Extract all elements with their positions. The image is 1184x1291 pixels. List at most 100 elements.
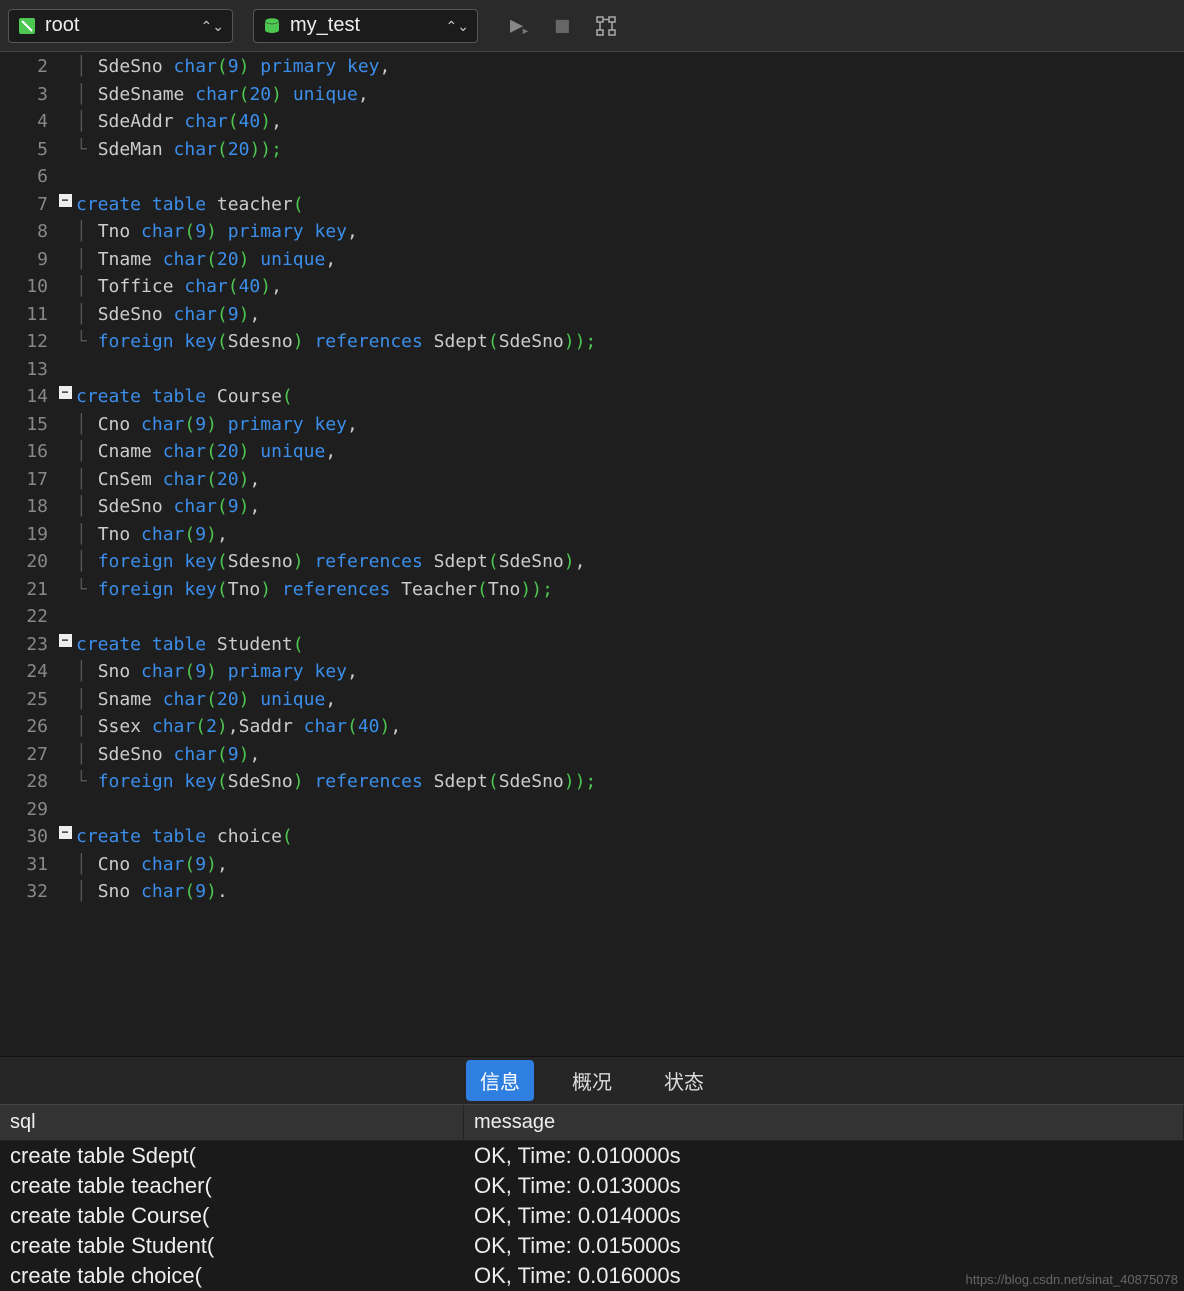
code-content[interactable]: │ SdeSname char(20) unique, <box>74 84 369 105</box>
line-number: 4 <box>0 111 56 132</box>
code-line[interactable]: 4 │ SdeAddr char(40), <box>0 111 1184 139</box>
run-icon[interactable]: ▶ <box>510 13 530 39</box>
code-line[interactable]: 13 <box>0 359 1184 387</box>
code-line[interactable]: 22 <box>0 606 1184 634</box>
code-content[interactable]: │ Sno char(9). <box>74 881 228 902</box>
code-line[interactable]: 3│ SdeSname char(20) unique, <box>0 84 1184 112</box>
watermark: https://blog.csdn.net/sinat_40875078 <box>966 1272 1179 1287</box>
code-line[interactable]: 21└ foreign key(Tno) references Teacher(… <box>0 579 1184 607</box>
code-editor[interactable]: 2│ SdeSno char(9) primary key,3│ SdeSnam… <box>0 52 1184 1056</box>
database-icon <box>262 16 282 36</box>
code-content[interactable] <box>74 799 98 820</box>
fold-gutter[interactable]: − <box>56 826 74 839</box>
column-sql[interactable]: sql <box>0 1105 464 1140</box>
code-content[interactable]: │ Tname char(20) unique, <box>74 249 336 270</box>
tab-info[interactable]: 信息 <box>466 1060 534 1101</box>
stop-icon[interactable]: ■ <box>556 13 569 38</box>
code-content[interactable]: create table Course( <box>74 386 293 407</box>
code-line[interactable]: 20 │ foreign key(Sdesno) references Sdept… <box>0 551 1184 579</box>
fold-minus-icon[interactable]: − <box>59 386 72 399</box>
fold-minus-icon[interactable]: − <box>59 194 72 207</box>
line-number: 28 <box>0 771 56 792</box>
result-sql: create table choice( <box>0 1261 464 1291</box>
code-line[interactable]: 5└ SdeMan char(20)); <box>0 139 1184 167</box>
code-line[interactable]: 25│ Sname char(20) unique, <box>0 689 1184 717</box>
result-message: OK, Time: 0.010000s <box>464 1141 1184 1171</box>
code-content[interactable]: │ Sno char(9) primary key, <box>74 661 358 682</box>
code-line[interactable]: 23−create table Student( <box>0 634 1184 662</box>
code-content[interactable]: │ SdeAddr char(40), <box>74 111 282 132</box>
fold-gutter[interactable]: − <box>56 194 74 207</box>
line-number: 22 <box>0 606 56 627</box>
code-line[interactable]: 29 <box>0 799 1184 827</box>
results-header: sql message <box>0 1104 1184 1141</box>
code-line[interactable]: 24│ Sno char(9) primary key, <box>0 661 1184 689</box>
code-line[interactable]: 10 │ Toffice char(40), <box>0 276 1184 304</box>
code-line[interactable]: 11│ SdeSno char(9), <box>0 304 1184 332</box>
code-content[interactable]: │ Tno char(9), <box>74 524 228 545</box>
code-line[interactable]: 19│ Tno char(9), <box>0 524 1184 552</box>
code-content[interactable]: create table Student( <box>74 634 304 655</box>
code-line[interactable]: 31│ Cno char(9), <box>0 854 1184 882</box>
code-content[interactable]: └ foreign key(Tno) references Teacher(Tn… <box>74 579 553 600</box>
fold-gutter[interactable]: − <box>56 386 74 399</box>
code-content[interactable] <box>74 606 98 627</box>
code-content[interactable]: create table choice( <box>74 826 293 847</box>
column-message[interactable]: message <box>464 1105 1184 1140</box>
code-line[interactable]: 18│ SdeSno char(9), <box>0 496 1184 524</box>
code-content[interactable]: │ SdeSno char(9), <box>74 304 260 325</box>
code-line[interactable]: 32│ Sno char(9). <box>0 881 1184 909</box>
result-row[interactable]: create table Sdept(OK, Time: 0.010000s <box>0 1141 1184 1171</box>
code-line[interactable]: 28 └ foreign key(SdeSno) references Sdept… <box>0 771 1184 799</box>
structure-icon[interactable] <box>595 15 617 37</box>
code-line[interactable]: 30−create table choice( <box>0 826 1184 854</box>
code-content[interactable]: │ Tno char(9) primary key, <box>74 221 358 242</box>
code-content[interactable]: create table teacher( <box>74 194 304 215</box>
code-line[interactable]: 6 <box>0 166 1184 194</box>
code-line[interactable]: 15│ Cno char(9) primary key, <box>0 414 1184 442</box>
code-line[interactable]: 26 │ Ssex char(2),Saddr char(40), <box>0 716 1184 744</box>
code-content[interactable]: └ foreign key(Sdesno) references Sdept(S… <box>74 331 596 352</box>
code-content[interactable] <box>74 166 98 187</box>
code-content[interactable]: │ foreign key(Sdesno) references Sdept(S… <box>74 551 585 572</box>
fold-gutter[interactable]: − <box>56 634 74 647</box>
code-content[interactable]: │ SdeSno char(9), <box>74 744 260 765</box>
tab-status[interactable]: 状态 <box>650 1060 718 1101</box>
line-number: 10 <box>0 276 56 297</box>
database-dropdown[interactable]: my_test ⌃⌄ <box>253 9 478 43</box>
code-content[interactable]: │ Cno char(9) primary key, <box>74 414 358 435</box>
line-number: 27 <box>0 744 56 765</box>
result-row[interactable]: create table teacher(OK, Time: 0.013000s <box>0 1171 1184 1201</box>
code-content[interactable] <box>74 359 98 380</box>
code-line[interactable]: 2│ SdeSno char(9) primary key, <box>0 56 1184 84</box>
code-content[interactable]: │ Cno char(9), <box>74 854 228 875</box>
code-line[interactable]: 7−create table teacher( <box>0 194 1184 222</box>
code-content[interactable]: │ Cname char(20) unique, <box>74 441 336 462</box>
chevron-down-icon: ⌃⌄ <box>446 19 469 33</box>
result-row[interactable]: create table Course(OK, Time: 0.014000s <box>0 1201 1184 1231</box>
code-line[interactable]: 16│ Cname char(20) unique, <box>0 441 1184 469</box>
code-content[interactable]: │ Sname char(20) unique, <box>74 689 336 710</box>
fold-minus-icon[interactable]: − <box>59 826 72 839</box>
result-message: OK, Time: 0.013000s <box>464 1171 1184 1201</box>
code-content[interactable]: │ SdeSno char(9), <box>74 496 260 517</box>
code-line[interactable]: 17│ CnSem char(20), <box>0 469 1184 497</box>
fold-minus-icon[interactable]: − <box>59 634 72 647</box>
line-number: 26 <box>0 716 56 737</box>
result-row[interactable]: create table Student(OK, Time: 0.015000s <box>0 1231 1184 1261</box>
code-line[interactable]: 9│ Tname char(20) unique, <box>0 249 1184 277</box>
code-line[interactable]: 12 └ foreign key(Sdesno) references Sdept… <box>0 331 1184 359</box>
connection-dropdown[interactable]: root ⌃⌄ <box>8 9 233 43</box>
code-content[interactable]: │ Ssex char(2),Saddr char(40), <box>74 716 401 737</box>
tab-overview[interactable]: 概况 <box>558 1060 626 1101</box>
line-number: 12 <box>0 331 56 352</box>
code-line[interactable]: 14−create table Course( <box>0 386 1184 414</box>
code-content[interactable]: │ Toffice char(40), <box>74 276 282 297</box>
code-line[interactable]: 8│ Tno char(9) primary key, <box>0 221 1184 249</box>
code-content[interactable]: └ SdeMan char(20)); <box>74 139 282 160</box>
code-content[interactable]: │ CnSem char(20), <box>74 469 260 490</box>
code-content[interactable]: └ foreign key(SdeSno) references Sdept(S… <box>74 771 596 792</box>
code-content[interactable]: │ SdeSno char(9) primary key, <box>74 56 390 77</box>
line-number: 20 <box>0 551 56 572</box>
code-line[interactable]: 27 │ SdeSno char(9), <box>0 744 1184 772</box>
